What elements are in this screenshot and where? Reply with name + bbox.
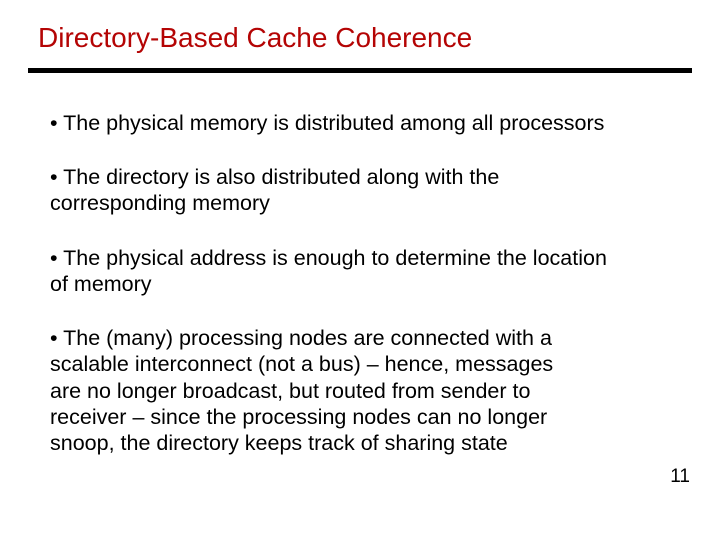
slide-title: Directory-Based Cache Coherence bbox=[38, 22, 472, 54]
page-number: 11 bbox=[670, 466, 690, 488]
title-underline bbox=[28, 68, 692, 73]
slide: Directory-Based Cache Coherence • The ph… bbox=[0, 0, 720, 540]
slide-body: • The physical memory is distributed amo… bbox=[50, 110, 675, 456]
bullet-directory-distributed: • The directory is also distributed alon… bbox=[50, 164, 675, 216]
bullet-physical-address: • The physical address is enough to dete… bbox=[50, 245, 675, 297]
bullet-memory-distributed: • The physical memory is distributed amo… bbox=[50, 110, 675, 136]
bullet-interconnect: • The (many) processing nodes are connec… bbox=[50, 325, 675, 456]
